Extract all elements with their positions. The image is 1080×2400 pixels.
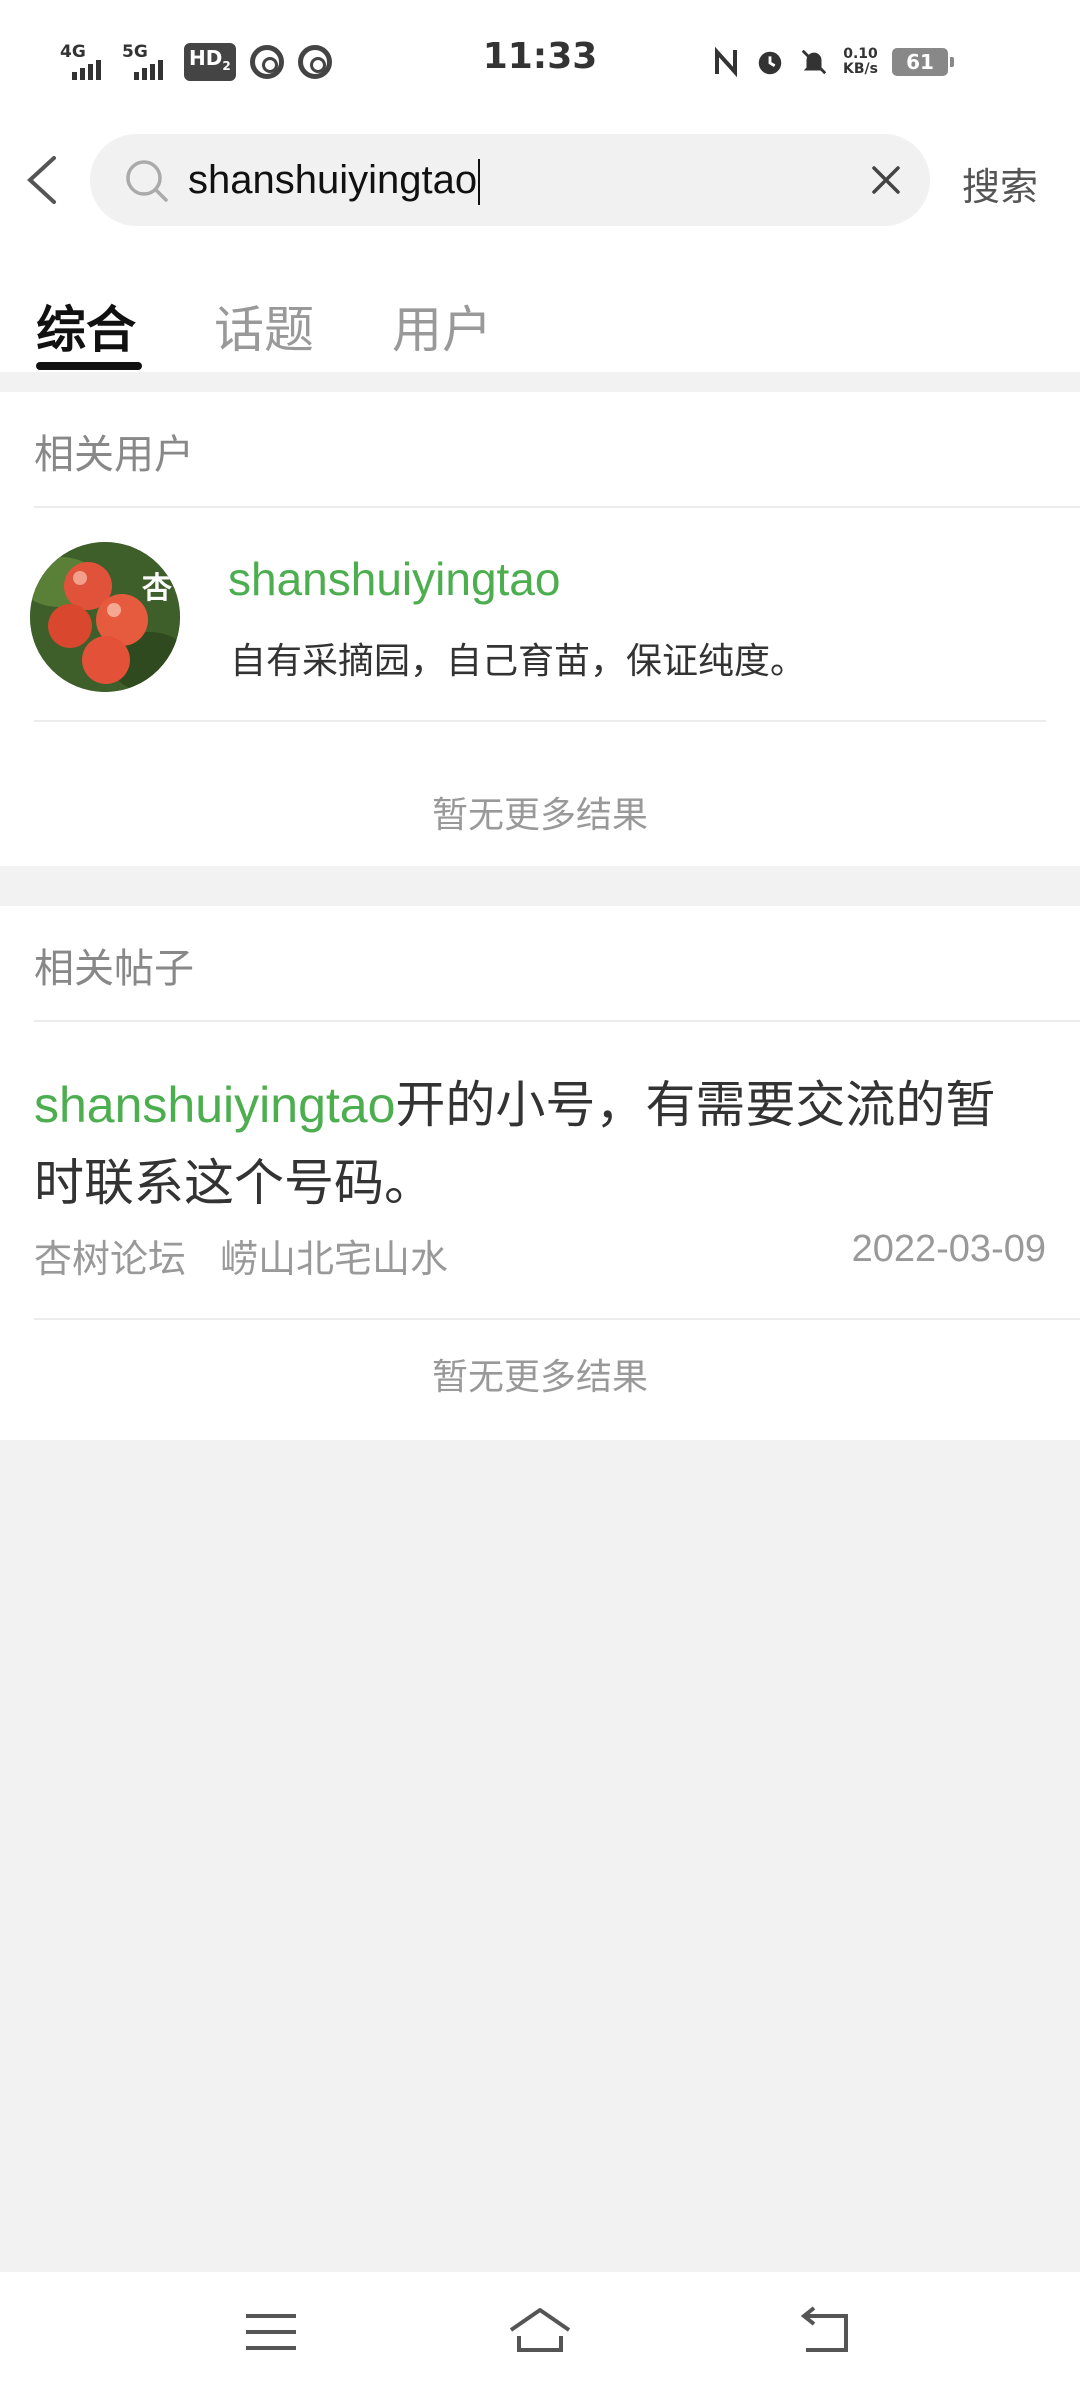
divider — [34, 1318, 1080, 1320]
avatar-text: 杏 — [142, 571, 172, 606]
divider — [34, 506, 1080, 508]
post-date: 2022-03-09 — [851, 1228, 1046, 1270]
network-speed: 0.10 KB/s — [843, 47, 878, 77]
related-users-section: 相关用户 杏 shanshuiyingtao 自有采摘园，自己育苗，保证纯度。 … — [0, 392, 1080, 866]
divider — [34, 1020, 1080, 1022]
tab-users[interactable]: 用户 — [392, 290, 492, 362]
post-title-keyword: shanshuiyingtao — [34, 1077, 396, 1133]
speed-unit: KB/s — [843, 61, 878, 77]
mute-icon — [799, 45, 829, 79]
search-icon — [126, 160, 168, 202]
back-button[interactable] — [18, 150, 78, 210]
close-icon[interactable] — [866, 160, 906, 200]
no-more-results: 暂无更多结果 — [431, 795, 648, 836]
result-tabs: 综合 话题 用户 — [0, 290, 1080, 372]
active-tab-indicator — [36, 362, 142, 370]
no-more-results: 暂无更多结果 — [431, 1357, 648, 1398]
back-nav-icon[interactable] — [790, 2302, 860, 2362]
divider — [34, 720, 1046, 722]
avatar[interactable]: 杏 — [30, 542, 180, 692]
status-bar: 4G 5G HD2 11:33 0.10 KB/s 61 — [0, 0, 1080, 124]
related-users-header: 相关用户 — [34, 432, 194, 478]
related-posts-section: 相关帖子 shanshuiyingtao开的小号，有需要交流的暂时联系这个号码。… — [0, 906, 1080, 1440]
text-caret — [478, 159, 481, 206]
post-forum: 杏树论坛 — [34, 1237, 187, 1281]
post-title[interactable]: shanshuiyingtao开的小号，有需要交流的暂时联系这个号码。 — [34, 1066, 1044, 1222]
status-right: 0.10 KB/s 61 — [711, 42, 954, 82]
tab-all[interactable]: 综合 — [36, 290, 136, 362]
search-query: shanshuiyingtao — [188, 158, 481, 206]
search-input[interactable]: shanshuiyingtao — [90, 134, 930, 226]
nfc-icon — [711, 45, 741, 79]
speed-value: 0.10 — [843, 46, 878, 62]
post-meta: 杏树论坛 崂山北宅山水 — [34, 1228, 448, 1283]
post-author: 崂山北宅山水 — [220, 1237, 449, 1281]
search-button[interactable]: 搜索 — [962, 156, 1038, 211]
system-nav-bar — [0, 2272, 1080, 2400]
user-name[interactable]: shanshuiyingtao — [228, 552, 560, 606]
alarm-icon — [755, 45, 785, 79]
related-posts-header: 相关帖子 — [34, 946, 194, 992]
menu-icon[interactable] — [236, 2302, 306, 2362]
tab-topics[interactable]: 话题 — [214, 290, 314, 362]
search-query-text: shanshuiyingtao — [188, 158, 478, 202]
home-icon[interactable] — [505, 2302, 575, 2362]
apricot-photo: 杏 — [30, 542, 180, 692]
user-bio: 自有采摘园，自己育苗，保证纯度。 — [230, 641, 807, 682]
chevron-left-icon — [27, 156, 56, 204]
battery-icon: 61 — [892, 48, 954, 76]
